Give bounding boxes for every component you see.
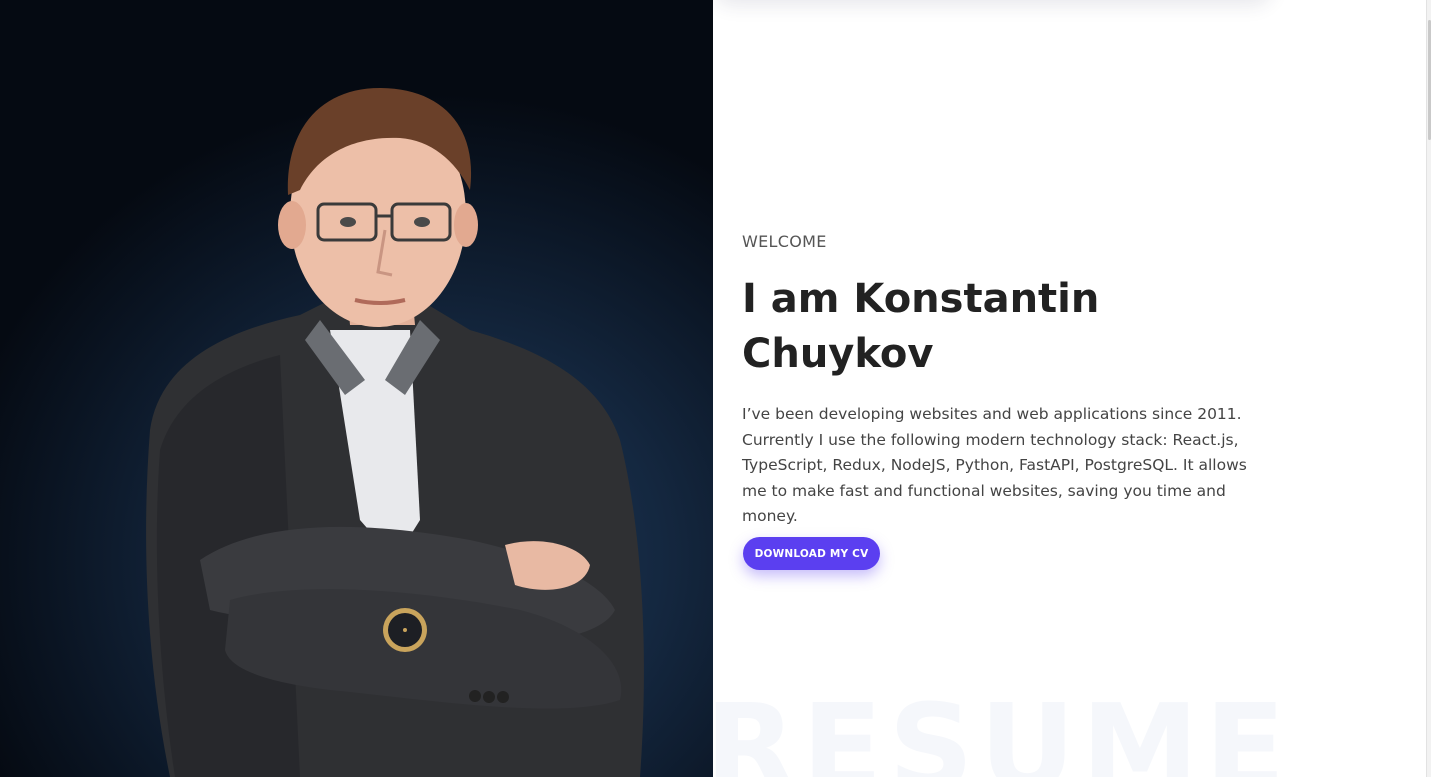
- profile-photo: [0, 0, 713, 777]
- download-cv-button[interactable]: DOWNLOAD MY CV: [743, 537, 880, 570]
- page: WELCOME I am Konstantin Chuykov I’ve bee…: [0, 0, 1431, 777]
- headline-line-1: I am Konstantin: [742, 276, 1100, 322]
- portrait-illustration: [146, 88, 644, 777]
- page-scrollbar[interactable]: [1426, 0, 1431, 777]
- page-title: I am Konstantin Chuykov: [742, 272, 1262, 382]
- resume-watermark: RESUME: [713, 678, 1292, 777]
- headline-line-2: Chuykov: [742, 331, 934, 377]
- hero-section: WELCOME I am Konstantin Chuykov I’ve bee…: [713, 0, 1426, 777]
- intro-description: I’ve been developing websites and web ap…: [742, 405, 1247, 525]
- welcome-label: WELCOME: [742, 232, 827, 251]
